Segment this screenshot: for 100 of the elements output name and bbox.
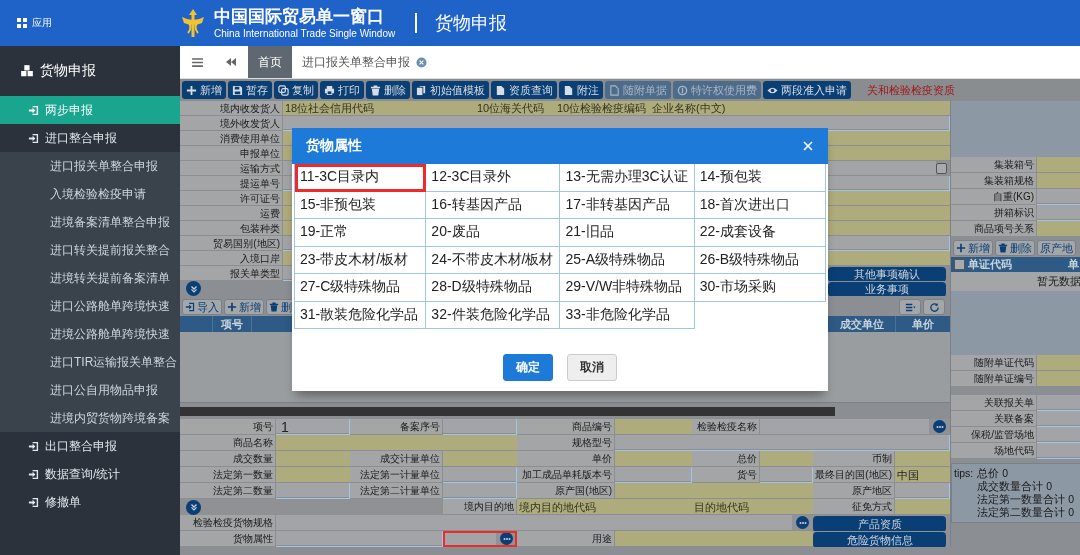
field-label: 检验检疫货物规格 bbox=[180, 515, 276, 531]
field-label: 关联报关单 bbox=[951, 395, 1037, 411]
input-field[interactable]: 中国 bbox=[895, 467, 950, 483]
option-cell[interactable]: 33-非危险化学品 bbox=[560, 301, 695, 329]
notice-text: 关和检验检疫资质 bbox=[867, 82, 955, 98]
field-label: 运输方式 bbox=[180, 161, 283, 176]
input-field[interactable]: 企业名称(中文) bbox=[650, 101, 950, 116]
input-field[interactable]: 境内目的地代码 bbox=[517, 499, 692, 515]
input-field[interactable]: 目的地代码 bbox=[692, 499, 813, 515]
field-label: 总价 bbox=[692, 451, 760, 467]
action-button[interactable]: 业务事项 bbox=[828, 282, 946, 296]
item-toolbar-button[interactable]: 删除 bbox=[995, 240, 1035, 256]
site-subtitle: China International Trade Single Window bbox=[214, 26, 396, 40]
field-label: 关联备案 bbox=[951, 411, 1037, 427]
input-field[interactable]: 18位社会信用代码 bbox=[283, 101, 475, 116]
option-cell[interactable]: 16-转基因产品 bbox=[426, 191, 561, 219]
sidebar-item[interactable]: 进口公路舱单跨境快速 bbox=[0, 292, 180, 320]
option-cell[interactable]: 30-市场采购 bbox=[694, 274, 826, 302]
tips-label: tips: bbox=[954, 467, 974, 481]
item-toolbar-button[interactable]: 新增 bbox=[224, 299, 264, 315]
option-cell[interactable]: 26-B级特殊物品 bbox=[694, 246, 826, 274]
input-field[interactable]: 1 bbox=[276, 419, 350, 435]
toolbar-button[interactable]: 打印 bbox=[320, 81, 364, 99]
item-toolbar-button[interactable]: 导入 bbox=[182, 299, 222, 315]
item-toolbar-button[interactable]: 原产地 bbox=[1037, 240, 1076, 256]
input-field[interactable]: 10位海关代码 bbox=[475, 101, 555, 116]
toolbar-button[interactable]: 初始值模板 bbox=[412, 81, 489, 99]
field-label: 项号 bbox=[180, 419, 276, 435]
option-cell[interactable]: 29-V/W非特殊物品 bbox=[560, 274, 695, 302]
app-menu-label[interactable]: 应用 bbox=[32, 16, 52, 30]
field-label: 场地代码 bbox=[951, 443, 1037, 459]
field-label: 商品编号 bbox=[517, 419, 615, 435]
field-label: 检验检疫名称 bbox=[692, 419, 760, 435]
option-cell[interactable]: 20-废品 bbox=[426, 219, 561, 247]
option-cell[interactable]: 17-非转基因产品 bbox=[560, 191, 695, 219]
option-cell[interactable]: 24-不带皮木材/板材 bbox=[426, 246, 561, 274]
field-label: 境内目的地 bbox=[443, 499, 517, 515]
field-label: 包装种类 bbox=[180, 221, 283, 236]
toolbar-button[interactable]: 暂存 bbox=[228, 81, 272, 99]
tips-line: 法定第一数量合计 0 bbox=[977, 493, 1076, 506]
column-header: 单 bbox=[1068, 257, 1079, 272]
sidebar-item[interactable]: 进口公自用物品申报 bbox=[0, 376, 180, 404]
toolbar-button[interactable]: 复制 bbox=[274, 81, 318, 99]
sidebar-item[interactable]: 进口转关提前报关整合 bbox=[0, 236, 180, 264]
option-cell[interactable]: 15-非预包装 bbox=[295, 191, 427, 219]
field-label: 加工成品单耗版本号 bbox=[517, 467, 615, 483]
sidebar-item[interactable]: 进境备案清单整合申报 bbox=[0, 208, 180, 236]
field-label: 商品名称 bbox=[180, 435, 276, 451]
section-title: 货物申报 bbox=[435, 12, 508, 35]
field-label: 运费 bbox=[180, 206, 283, 221]
sidebar-item[interactable]: 进口整合申报 bbox=[0, 124, 180, 152]
item-toolbar-button[interactable]: 新增 bbox=[953, 240, 993, 256]
option-cell[interactable]: 19-正常 bbox=[295, 219, 427, 247]
sidebar-item[interactable]: 进口报关单整合申报 bbox=[0, 152, 180, 180]
field-label: 法定第一数量 bbox=[180, 467, 276, 483]
option-cell[interactable]: 13-无需办理3C认证 bbox=[560, 164, 695, 192]
tips-line: 法定第二数量合计 0 bbox=[977, 506, 1076, 519]
confirm-button[interactable]: 确定 bbox=[503, 354, 553, 381]
option-cell[interactable]: 28-D级特殊物品 bbox=[426, 274, 561, 302]
toolbar-button[interactable]: 两段准入申请 bbox=[763, 81, 851, 99]
option-cell[interactable]: 21-旧品 bbox=[560, 219, 695, 247]
option-cell[interactable]: 11-3C目录内 bbox=[295, 164, 427, 192]
field-label: 法定第二计量单位 bbox=[350, 483, 443, 499]
tab[interactable]: 首页 bbox=[248, 46, 292, 78]
sidebar-item[interactable]: 进境内贸货物跨境备案 bbox=[0, 404, 180, 432]
sidebar-item[interactable]: 数据查询/统计 bbox=[0, 460, 180, 488]
field-label: 消费使用单位 bbox=[180, 131, 283, 146]
field-label: 集装箱规格 bbox=[951, 173, 1037, 189]
sidebar-item[interactable]: 进口TIR运输报关单整合 bbox=[0, 348, 180, 376]
option-cell[interactable]: 14-预包装 bbox=[694, 164, 826, 192]
option-cell[interactable]: 25-A级特殊物品 bbox=[560, 246, 695, 274]
action-button[interactable]: 产品资质 bbox=[813, 516, 946, 531]
sidebar-item[interactable]: 进境转关提前备案清单 bbox=[0, 264, 180, 292]
field-label: 贸易国别(地区) bbox=[180, 236, 283, 251]
empty-message: 暂无数据 bbox=[951, 272, 1080, 291]
field-label: 最终目的国(地区) bbox=[813, 467, 895, 483]
option-cell[interactable]: 31-散装危险化学品 bbox=[295, 301, 427, 329]
toolbar-button[interactable]: 删除 bbox=[366, 81, 410, 99]
field-label: 境内收发货人 bbox=[180, 101, 283, 116]
option-cell[interactable]: 12-3C目录外 bbox=[426, 164, 561, 192]
option-cell[interactable]: 27-C级特殊物品 bbox=[295, 274, 427, 302]
field-label: 自重(KG) bbox=[951, 189, 1037, 205]
option-cell[interactable]: 23-带皮木材/板材 bbox=[295, 246, 427, 274]
toolbar-button[interactable]: 新增 bbox=[182, 81, 226, 99]
cancel-button[interactable]: 取消 bbox=[567, 354, 617, 381]
input-field[interactable]: 10位检验检疫编码 bbox=[555, 101, 650, 116]
column-header: 单价 bbox=[911, 317, 935, 332]
sidebar-item[interactable]: 出口整合申报 bbox=[0, 432, 180, 460]
field-label: 原产国(地区) bbox=[517, 483, 615, 499]
option-cell[interactable]: 22-成套设备 bbox=[694, 219, 826, 247]
option-cell[interactable]: 18-首次进出口 bbox=[694, 191, 826, 219]
action-button[interactable]: 其他事项确认 bbox=[828, 267, 946, 281]
option-cell[interactable]: 32-件装危险化学品 bbox=[426, 301, 561, 329]
sidebar-item[interactable]: 入境检验检疫申请 bbox=[0, 180, 180, 208]
sidebar-item[interactable]: 修撤单 bbox=[0, 488, 180, 516]
action-button[interactable]: 危险货物信息 bbox=[813, 532, 946, 547]
toolbar-button[interactable]: 附注 bbox=[559, 81, 603, 99]
toolbar-button[interactable]: 资质查询 bbox=[491, 81, 557, 99]
field-label: 备案序号 bbox=[350, 419, 443, 435]
sidebar-item[interactable]: 进境公路舱单跨境快速 bbox=[0, 320, 180, 348]
